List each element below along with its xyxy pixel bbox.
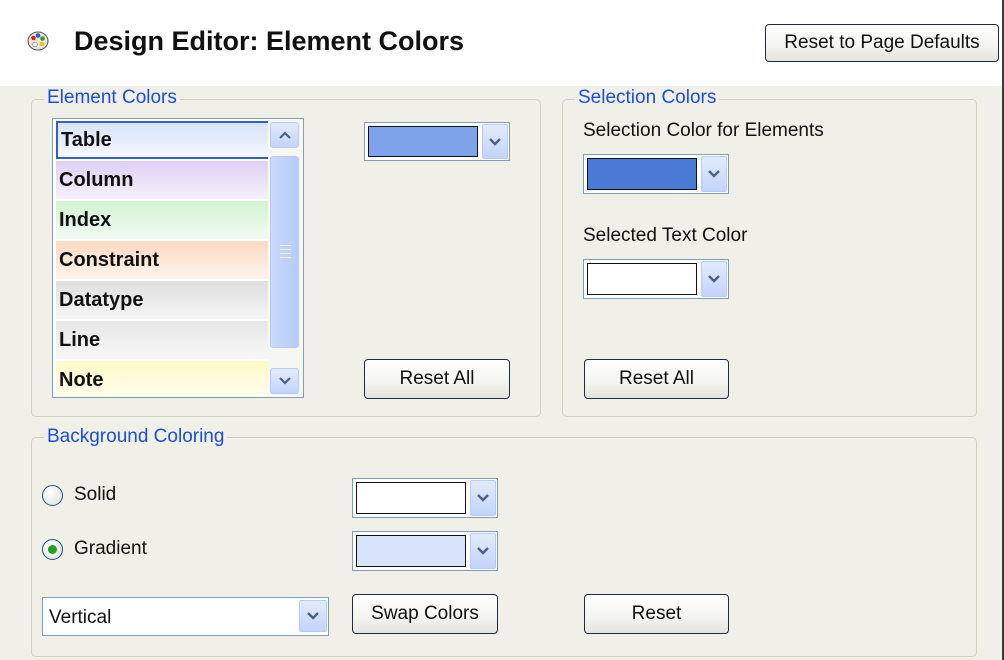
selected-text-color-label: Selected Text Color — [583, 225, 748, 246]
list-item-table[interactable]: Table — [56, 121, 271, 159]
element-color-swatch — [368, 126, 478, 157]
list-item-column[interactable]: Column — [56, 161, 271, 199]
dialog-frame: Design Editor: Element Colors Reset to P… — [0, 0, 1004, 660]
page-title: Design Editor: Element Colors — [74, 26, 465, 56]
list-item-index[interactable]: Index — [56, 201, 271, 239]
chevron-down-icon — [278, 377, 291, 385]
solid-label[interactable]: Solid — [74, 484, 116, 506]
selected-text-color-picker[interactable] — [583, 259, 729, 299]
element-list[interactable]: Table Column Index Constraint Datatype L… — [52, 118, 304, 398]
gradient-color-dropdown-button[interactable] — [470, 533, 496, 569]
element-list-scrollbar[interactable] — [268, 120, 302, 396]
list-item-constraint[interactable]: Constraint — [56, 241, 271, 279]
element-color-dropdown-button[interactable] — [482, 124, 508, 159]
chevron-down-icon — [307, 612, 319, 620]
selection-color-label: Selection Color for Elements — [583, 120, 824, 141]
gradient-label[interactable]: Gradient — [74, 538, 147, 560]
element-color-picker[interactable] — [364, 122, 510, 161]
solid-radio[interactable] — [42, 485, 63, 506]
solid-color-dropdown-button[interactable] — [470, 480, 496, 516]
list-item-line[interactable]: Line — [56, 321, 271, 359]
selection-color-swatch — [587, 158, 697, 190]
scroll-thumb[interactable] — [270, 156, 299, 348]
gradient-direction-value: Vertical — [49, 607, 112, 628]
element-colors-legend: Element Colors — [44, 87, 180, 109]
chevron-down-icon — [708, 275, 720, 283]
gradient-direction-dropdown-button[interactable] — [299, 600, 327, 632]
selection-color-dropdown-button[interactable] — [701, 156, 727, 192]
chevron-down-icon — [708, 170, 720, 178]
gradient-direction-select[interactable]: Vertical — [42, 597, 329, 636]
background-reset-button[interactable]: Reset — [584, 594, 729, 634]
gradient-color-swatch — [356, 535, 466, 567]
list-item-datatype[interactable]: Datatype — [56, 281, 271, 319]
swap-colors-button[interactable]: Swap Colors — [352, 594, 498, 634]
list-item-note[interactable]: Note — [56, 361, 271, 397]
selected-text-color-swatch — [587, 263, 697, 295]
selection-colors-legend: Selection Colors — [575, 87, 720, 109]
selected-text-color-dropdown-button[interactable] — [701, 261, 727, 297]
solid-color-swatch — [356, 482, 466, 514]
background-coloring-legend: Background Coloring — [44, 426, 228, 448]
radio-selected-dot — [47, 544, 57, 554]
gradient-radio[interactable] — [42, 539, 63, 560]
chevron-up-icon — [278, 131, 291, 139]
selection-color-picker[interactable] — [583, 154, 729, 194]
scroll-down-button[interactable] — [270, 368, 299, 394]
reset-to-page-defaults-button[interactable]: Reset to Page Defaults — [765, 24, 999, 62]
element-colors-reset-all-button[interactable]: Reset All — [364, 359, 510, 399]
scroll-up-button[interactable] — [270, 122, 299, 148]
gradient-color-picker[interactable] — [352, 531, 498, 571]
chevron-down-icon — [477, 494, 489, 502]
chevron-down-icon — [489, 137, 501, 146]
palette-icon — [27, 31, 49, 51]
chevron-down-icon — [477, 547, 489, 555]
header-bar: Design Editor: Element Colors Reset to P… — [0, 0, 1002, 86]
solid-color-picker[interactable] — [352, 478, 498, 518]
selection-colors-reset-all-button[interactable]: Reset All — [584, 359, 729, 399]
